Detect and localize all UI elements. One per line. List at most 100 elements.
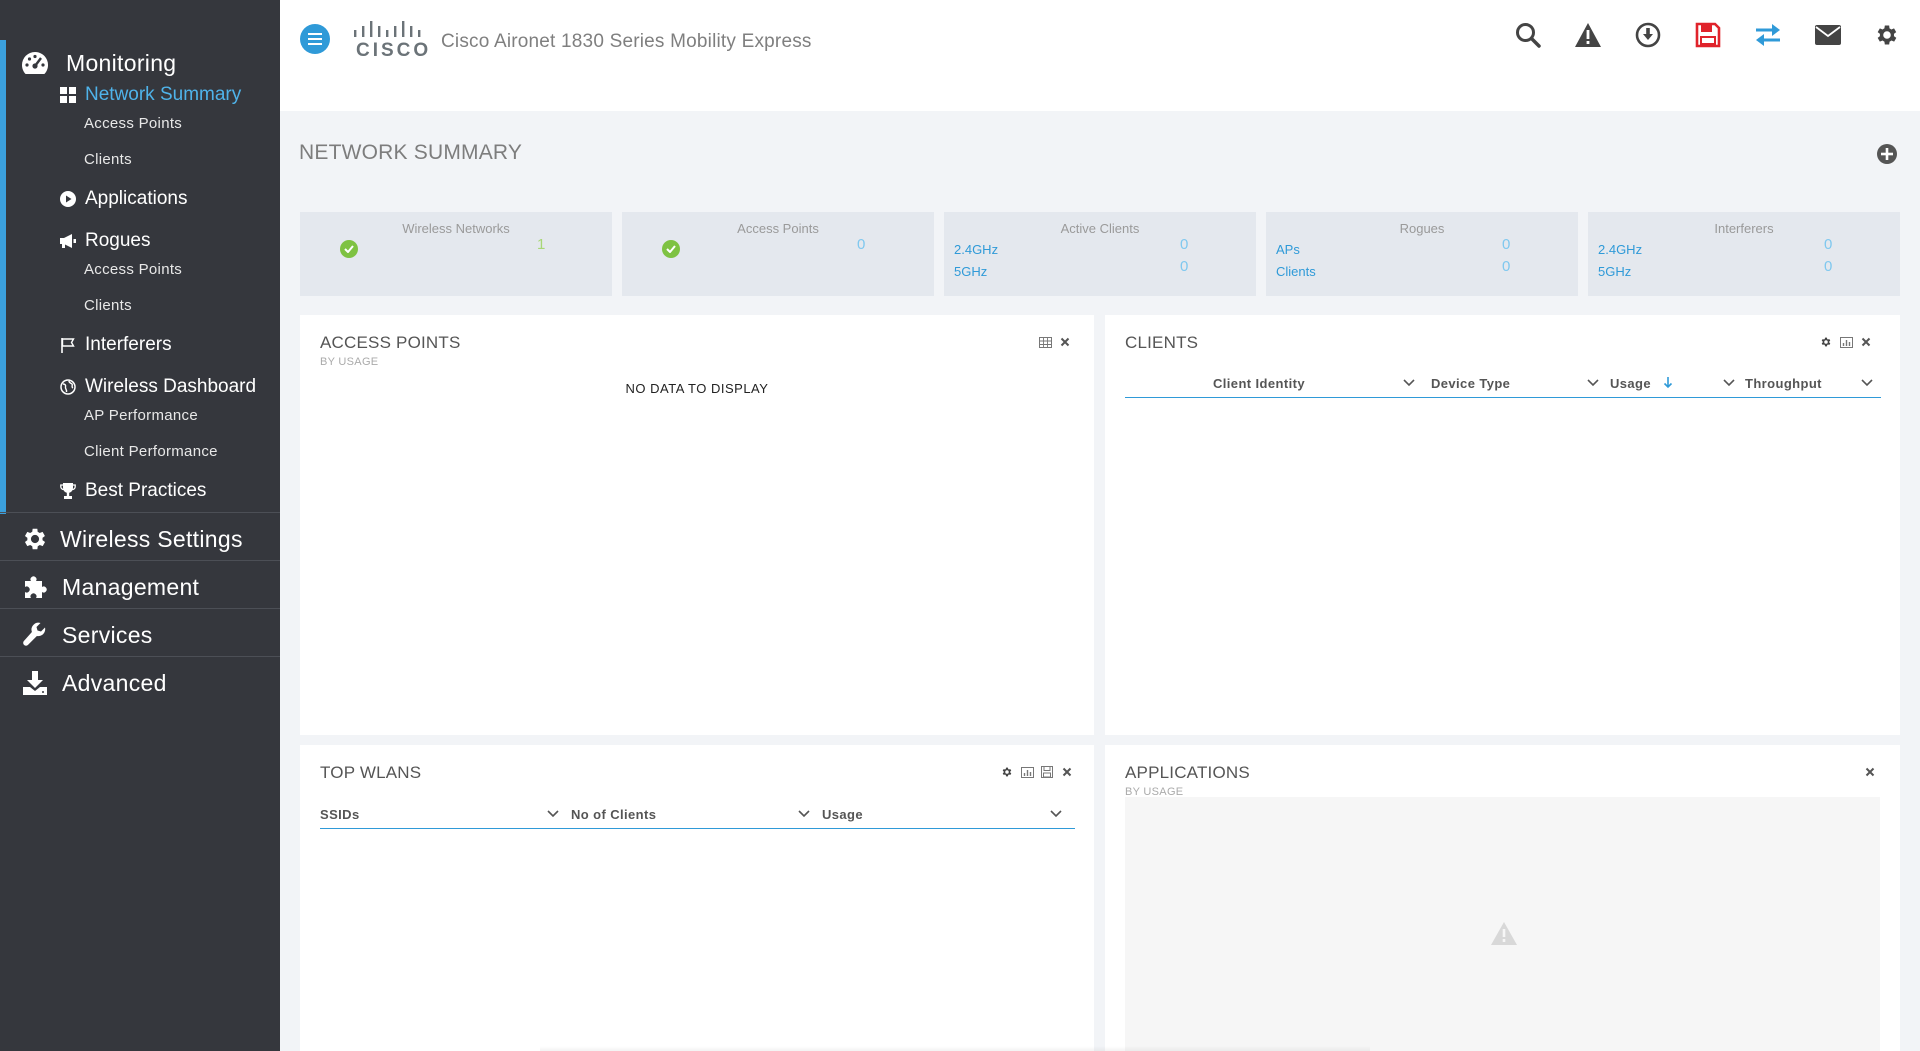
panel-title: TOP WLANS [320, 763, 422, 782]
panel-access-points: ACCESS POINTS BY USAGE NO DATA TO DISPLA… [300, 315, 1094, 735]
search-button[interactable] [1513, 20, 1543, 50]
close-icon[interactable] [1859, 335, 1873, 349]
transfer-button[interactable] [1753, 20, 1783, 50]
menu-toggle-button[interactable] [300, 24, 330, 54]
sidebar-item-label: Best Practices [85, 480, 207, 501]
warning-icon [1491, 922, 1517, 945]
band-value: 0 [1180, 236, 1189, 253]
sidebar-item-applications[interactable]: Applications [58, 184, 187, 214]
search-icon [1516, 23, 1541, 48]
column-header-usage[interactable]: Usage [1610, 376, 1651, 391]
chevron-down-icon[interactable] [798, 809, 810, 819]
tile-wireless-networks[interactable]: Wireless Networks 1 [300, 212, 612, 296]
tile-rogues[interactable]: Rogues APs 0 Clients 0 [1266, 212, 1578, 296]
sidebar-item-advanced[interactable]: Advanced [18, 663, 167, 703]
panel-subtitle: BY USAGE [320, 356, 379, 368]
tile-title: Wireless Networks [402, 221, 510, 236]
check-icon [662, 240, 680, 258]
sidebar-item-best-practices[interactable]: Best Practices [58, 476, 206, 506]
chevron-down-icon[interactable] [1050, 809, 1062, 819]
table-view-icon[interactable] [1038, 335, 1052, 349]
gear-icon [18, 522, 52, 556]
sidebar-item-interferers[interactable]: Interferers [58, 330, 172, 360]
sidebar-item-wireless-settings[interactable]: Wireless Settings [18, 519, 243, 559]
sidebar-item-monitoring[interactable]: Monitoring [18, 43, 176, 83]
wrench-icon [18, 618, 52, 652]
sidebar-item-label: Advanced [62, 669, 167, 696]
column-header-ssids[interactable]: SSIDs [320, 807, 360, 822]
band-value: 0 [1824, 258, 1833, 275]
chevron-down-icon[interactable] [1723, 378, 1735, 388]
column-header-throughput[interactable]: Throughput [1745, 376, 1822, 391]
panel-clients: CLIENTS Client Identity Device Type Usag… [1105, 315, 1900, 735]
trophy-icon [58, 481, 78, 501]
sidebar-item-label: Monitoring [66, 49, 177, 76]
chart-view-icon[interactable] [1839, 335, 1853, 349]
sidebar-item-rogues-access-points[interactable]: Access Points [84, 259, 182, 281]
chevron-down-icon[interactable] [1403, 378, 1415, 388]
add-widget-button[interactable] [1876, 143, 1898, 165]
tile-value: 1 [537, 236, 546, 253]
sidebar-divider [0, 656, 280, 657]
play-circle-icon [58, 189, 78, 209]
clients-table-header: Client Identity Device Type Usage Throug… [1125, 370, 1881, 398]
app-title: Cisco Aironet 1830 Series Mobility Expre… [441, 31, 812, 52]
page-title: NETWORK SUMMARY [299, 141, 523, 164]
export-icon[interactable] [1040, 765, 1054, 779]
megaphone-icon [58, 231, 78, 251]
sidebar-item-services[interactable]: Services [18, 615, 153, 655]
sidebar-divider [0, 560, 280, 561]
sidebar-divider [0, 608, 280, 609]
close-icon[interactable] [1863, 765, 1877, 779]
tile-access-points[interactable]: Access Points 0 [622, 212, 934, 296]
sidebar-item-label: Services [62, 621, 153, 648]
sidebar-item-label: Network Summary [85, 84, 242, 105]
sidebar-item-rogues-clients[interactable]: Clients [84, 295, 132, 317]
sidebar-item-wireless-dashboard[interactable]: Wireless Dashboard [58, 372, 256, 402]
sidebar-item-management[interactable]: Management [18, 567, 199, 607]
grid-icon [58, 85, 78, 105]
sidebar-item-network-summary[interactable]: Network Summary [58, 80, 241, 110]
rogue-value: 0 [1502, 258, 1511, 275]
settings-button[interactable] [1872, 20, 1902, 50]
save-icon [1695, 22, 1721, 48]
column-header-device-type[interactable]: Device Type [1431, 376, 1510, 391]
chevron-down-icon[interactable] [547, 809, 559, 819]
sidebar-item-label: Interferers [85, 334, 172, 355]
band-label: 5GHz [1598, 264, 1632, 279]
column-header-usage[interactable]: Usage [822, 807, 863, 822]
save-button[interactable] [1693, 20, 1723, 50]
tile-active-clients[interactable]: Active Clients 2.4GHz 0 5GHz 0 [944, 212, 1256, 296]
chevron-down-icon[interactable] [1587, 378, 1599, 388]
close-icon[interactable] [1060, 765, 1074, 779]
sidebar-item-ns-access-points[interactable]: Access Points [84, 113, 182, 135]
column-header-client-identity[interactable]: Client Identity [1213, 376, 1305, 391]
transfer-icon [1756, 24, 1780, 46]
sidebar-divider [0, 512, 280, 513]
sidebar-item-rogues[interactable]: Rogues [58, 226, 151, 256]
tile-title: Access Points [737, 221, 819, 236]
tile-interferers[interactable]: Interferers 2.4GHz 0 5GHz 0 [1588, 212, 1900, 296]
gear-icon[interactable] [1819, 335, 1833, 349]
sidebar-item-client-performance[interactable]: Client Performance [84, 441, 218, 463]
download-button[interactable] [1633, 20, 1663, 50]
column-header-no-of-clients[interactable]: No of Clients [571, 807, 656, 822]
panel-applications: APPLICATIONS BY USAGE [1105, 745, 1900, 1051]
sidebar-item-ns-clients[interactable]: Clients [84, 149, 132, 171]
messages-button[interactable] [1813, 20, 1843, 50]
sidebar-item-label: Management [62, 573, 200, 600]
alert-icon [1575, 23, 1601, 47]
download-icon [1635, 22, 1661, 48]
sort-descending-icon[interactable] [1663, 376, 1673, 389]
sidebar-item-ap-performance[interactable]: AP Performance [84, 405, 198, 427]
band-value: 0 [1824, 236, 1833, 253]
chevron-down-icon[interactable] [1861, 378, 1873, 388]
close-icon[interactable] [1058, 335, 1072, 349]
alerts-button[interactable] [1573, 20, 1603, 50]
rogue-label: Clients [1276, 264, 1316, 279]
sidebar-item-label: Wireless Dashboard [85, 376, 257, 397]
applications-chart-placeholder [1125, 797, 1880, 1051]
gear-icon[interactable] [1000, 765, 1014, 779]
panel-title: ACCESS POINTS [320, 333, 461, 352]
chart-view-icon[interactable] [1020, 765, 1034, 779]
